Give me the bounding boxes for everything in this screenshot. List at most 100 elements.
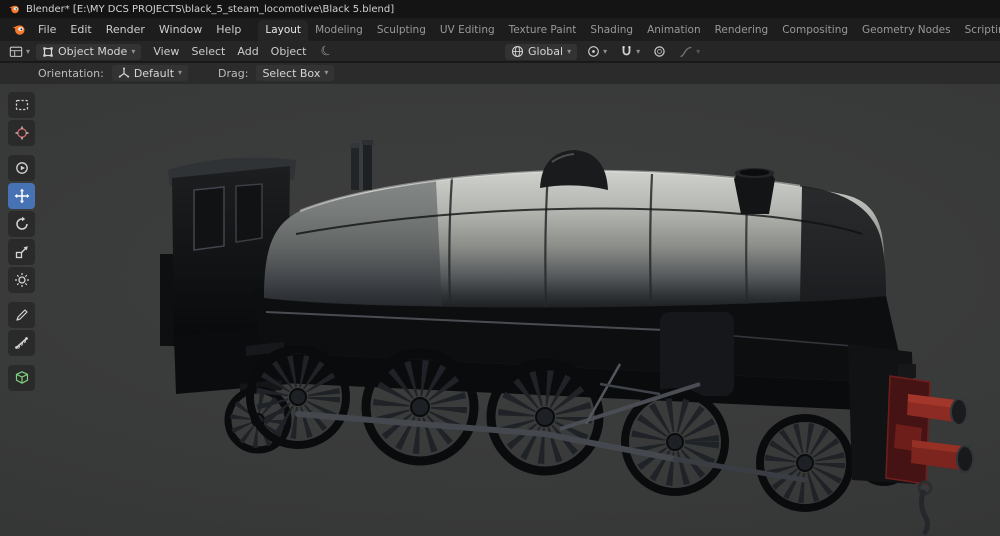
menu-file[interactable]: File (31, 21, 63, 38)
menu-add[interactable]: Add (231, 43, 264, 60)
tab-texture-paint[interactable]: Texture Paint (502, 20, 584, 41)
loco-safety-valve-top (362, 140, 373, 145)
tool-add-cube[interactable] (8, 365, 35, 391)
spin-icon (15, 162, 28, 174)
loco-safety-valve (363, 143, 372, 190)
add-cube-icon (15, 371, 28, 384)
top-bar: File Edit Render Window Help Layout Mode… (0, 18, 1000, 41)
menu-window[interactable]: Window (152, 21, 209, 38)
scale-icon (15, 246, 28, 259)
tool-measure[interactable] (8, 330, 35, 356)
blender-menu-button[interactable] (6, 22, 31, 37)
snap-toggle[interactable]: ▾ (617, 44, 643, 60)
select-box-icon (15, 99, 28, 111)
falloff-curve-icon (680, 46, 692, 57)
viewport-3d[interactable] (0, 84, 1000, 536)
rotate-icon (15, 216, 28, 230)
chevron-down-icon: ▾ (131, 46, 136, 56)
chevron-down-icon: ▾ (636, 46, 641, 56)
header-transform-tools: Global ▾ ▾ ▾ ▾ (505, 41, 703, 62)
transform-orientation-dropdown[interactable]: Global ▾ (505, 43, 578, 60)
object-mode-icon (43, 46, 53, 57)
proportional-editing-toggle[interactable] (650, 44, 669, 60)
tab-layout[interactable]: Layout (258, 20, 309, 41)
menu-help[interactable]: Help (209, 21, 248, 38)
tool-settings-bar: Orientation: Default ▾ Drag: Select Box … (0, 62, 1000, 84)
editor-type-dropdown[interactable]: ▾ (6, 44, 33, 60)
loco-wheel (621, 388, 729, 496)
loco-coupling-chain (918, 489, 931, 536)
proportional-editing-icon (654, 46, 665, 57)
cursor-icon (15, 126, 28, 140)
menu-render[interactable]: Render (99, 21, 152, 38)
pivot-point-icon (588, 46, 599, 57)
drag-label: Drag: (218, 66, 249, 80)
tool-spin[interactable] (8, 155, 35, 181)
workspace-tabs: Layout Modeling Sculpting UV Editing Tex… (258, 18, 1000, 41)
blender-logo-icon (12, 25, 25, 35)
tab-scripting[interactable]: Scripting (958, 20, 1000, 41)
tool-shelf (8, 92, 35, 391)
chevron-down-icon: ▾ (696, 46, 701, 56)
tool-transform[interactable] (8, 267, 35, 293)
tab-sculpting[interactable]: Sculpting (370, 20, 433, 41)
loco-safety-valve (351, 146, 359, 190)
mode-dropdown[interactable]: Object Mode ▾ (36, 43, 142, 60)
loco-cab-window (235, 183, 263, 243)
loco-wheel (756, 414, 854, 512)
transform-icon (14, 273, 29, 287)
orientation-dropdown[interactable]: Default ▾ (111, 65, 189, 81)
tab-animation[interactable]: Animation (640, 20, 708, 41)
tab-compositing[interactable]: Compositing (775, 20, 855, 41)
loco-coupling-rod (295, 411, 678, 462)
window-title: Blender* [E:\MY DCS PROJECTS\black_5_ste… (26, 3, 395, 15)
tool-rotate[interactable] (8, 211, 35, 237)
tool-scale[interactable] (8, 239, 35, 265)
blender-window: Blender* [E:\MY DCS PROJECTS\black_5_ste… (0, 0, 1000, 536)
gizmo-crescent-icon[interactable]: ☾ (318, 42, 335, 61)
loco-lamp-bracket (898, 364, 916, 378)
proportional-falloff-dropdown[interactable]: ▾ (676, 44, 703, 60)
move-icon (14, 188, 29, 204)
chevron-down-icon: ▾ (26, 46, 31, 56)
loco-buffer-head (956, 445, 974, 473)
editor-type-icon (9, 46, 23, 57)
loco-chimney-mouth (739, 169, 770, 176)
annotate-pencil-icon (15, 309, 28, 321)
orientation-value: Default (133, 66, 175, 80)
drag-value: Select Box (262, 66, 321, 80)
orientation-dropdown-label: Global (528, 45, 564, 58)
menu-select[interactable]: Select (185, 43, 231, 60)
loco-safety-valve-top (350, 143, 360, 148)
pivot-point-dropdown[interactable]: ▾ (584, 44, 610, 60)
tab-modeling[interactable]: Modeling (308, 20, 370, 41)
chevron-down-icon: ▾ (324, 68, 329, 77)
menu-view[interactable]: View (147, 43, 185, 60)
tab-geometry-nodes[interactable]: Geometry Nodes (855, 20, 958, 41)
blender-app-icon (9, 5, 19, 14)
tool-cursor[interactable] (8, 120, 35, 146)
tool-annotate[interactable] (8, 302, 35, 328)
chevron-down-icon: ▾ (178, 68, 183, 77)
mode-dropdown-label: Object Mode (58, 45, 128, 58)
drag-dropdown[interactable]: Select Box ▾ (256, 65, 335, 81)
title-bar: Blender* [E:\MY DCS PROJECTS\black_5_ste… (0, 0, 1000, 18)
chevron-down-icon: ▾ (567, 46, 572, 56)
tab-rendering[interactable]: Rendering (708, 20, 776, 41)
tab-uv-editing[interactable]: UV Editing (433, 20, 502, 41)
tool-select-box[interactable] (8, 92, 35, 118)
magnet-icon (622, 46, 631, 56)
tool-move[interactable] (8, 183, 35, 209)
globe-icon (511, 45, 524, 58)
menu-edit[interactable]: Edit (63, 21, 98, 38)
menu-object[interactable]: Object (265, 43, 313, 60)
loco-firebox (264, 181, 442, 306)
measure-icon (14, 337, 28, 349)
loco-smokebox (800, 186, 886, 302)
locomotive-model[interactable] (0, 84, 1000, 536)
chevron-down-icon: ▾ (603, 46, 608, 56)
viewport-header: ▾ Object Mode ▾ View Select Add Object ☾ (0, 41, 1000, 62)
orientation-label: Orientation: (38, 66, 104, 80)
tab-shading[interactable]: Shading (583, 20, 640, 41)
loco-steam-dome (540, 150, 608, 190)
